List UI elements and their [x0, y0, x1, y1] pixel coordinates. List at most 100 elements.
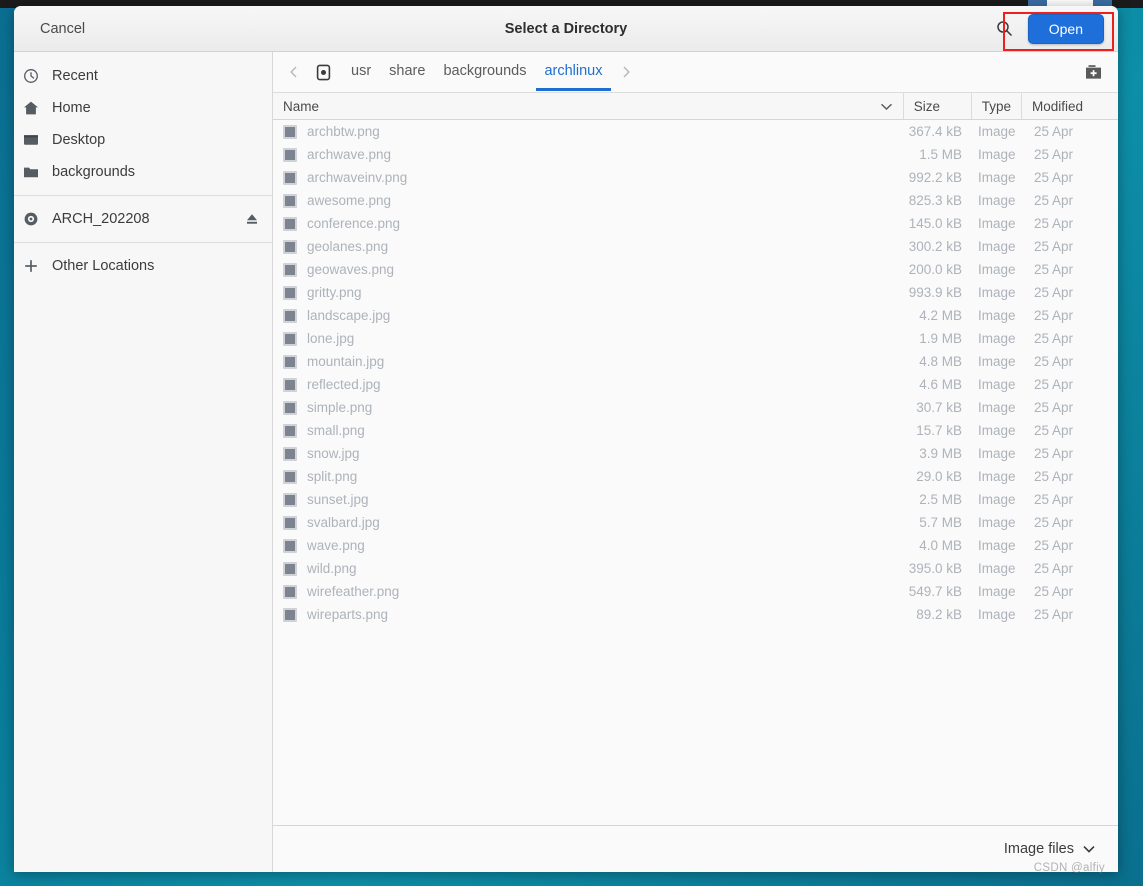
sidebar-item-arch-202208[interactable]: ARCH_202208 — [14, 203, 272, 235]
file-modified-cell: 25 Apr — [1034, 607, 1074, 622]
desktop-icon — [22, 131, 40, 149]
sidebar-item-recent[interactable]: Recent — [14, 60, 272, 92]
file-modified-cell: 25 Apr — [1034, 423, 1074, 438]
table-row[interactable]: conference.png 145.0 kB Image 25 Apr — [273, 212, 1118, 235]
places-sidebar: Recent Home Desktop backgrounds ARCH_202… — [14, 52, 273, 872]
table-row[interactable]: snow.jpg 3.9 MB Image 25 Apr — [273, 442, 1118, 465]
file-name-cell: svalbard.jpg — [273, 515, 904, 530]
file-modified-cell: 25 Apr — [1034, 239, 1074, 254]
file-size-cell: 549.7 kB — [908, 584, 962, 599]
file-name-cell: lone.jpg — [273, 331, 904, 346]
file-name-label: svalbard.jpg — [307, 515, 380, 530]
file-name-label: conference.png — [307, 216, 401, 231]
file-type-cell: Image — [978, 216, 1016, 231]
file-name-cell: gritty.png — [273, 285, 904, 300]
table-row[interactable]: small.png 15.7 kB Image 25 Apr — [273, 419, 1118, 442]
table-row[interactable]: archwave.png 1.5 MB Image 25 Apr — [273, 143, 1118, 166]
file-modified-cell: 25 Apr — [1034, 515, 1074, 530]
sidebar-item-label: Other Locations — [52, 258, 155, 274]
image-file-icon — [283, 469, 297, 484]
column-header-type[interactable]: Type — [972, 93, 1022, 119]
breadcrumb-item-usr[interactable]: usr — [343, 53, 379, 91]
table-row[interactable]: wirefeather.png 549.7 kB Image 25 Apr — [273, 580, 1118, 603]
table-row[interactable]: wild.png 395.0 kB Image 25 Apr — [273, 557, 1118, 580]
file-type-cell: Image — [978, 446, 1016, 461]
file-name-cell: snow.jpg — [273, 446, 904, 461]
file-list[interactable]: archbtw.png 367.4 kB Image 25 Apr archwave.p… — [273, 120, 1118, 826]
sidebar-item-backgrounds[interactable]: backgrounds — [14, 156, 272, 188]
table-row[interactable]: split.png 29.0 kB Image 25 Apr — [273, 465, 1118, 488]
eject-icon[interactable] — [244, 211, 260, 227]
file-modified-cell: 25 Apr — [1034, 262, 1074, 277]
table-row[interactable]: wireparts.png 89.2 kB Image 25 Apr — [273, 603, 1118, 626]
file-name-label: snow.jpg — [307, 446, 360, 461]
file-name-label: geowaves.png — [307, 262, 395, 277]
table-row[interactable]: geowaves.png 200.0 kB Image 25 Apr — [273, 258, 1118, 281]
chevron-right-icon[interactable] — [613, 57, 639, 87]
file-name-cell: wireparts.png — [273, 607, 904, 622]
file-size-cell: 4.6 MB — [919, 377, 962, 392]
file-name-cell: awesome.png — [273, 193, 904, 208]
table-row[interactable]: svalbard.jpg 5.7 MB Image 25 Apr — [273, 511, 1118, 534]
table-row[interactable]: sunset.jpg 2.5 MB Image 25 Apr — [273, 488, 1118, 511]
file-type-cell: Image — [978, 584, 1016, 599]
search-icon[interactable] — [992, 16, 1018, 42]
table-row[interactable]: archwaveinv.png 992.2 kB Image 25 Apr — [273, 166, 1118, 189]
breadcrumb-item-backgrounds[interactable]: backgrounds — [435, 53, 534, 91]
file-name-label: wave.png — [307, 538, 365, 553]
table-row[interactable]: geolanes.png 300.2 kB Image 25 Apr — [273, 235, 1118, 258]
table-row[interactable]: lone.jpg 1.9 MB Image 25 Apr — [273, 327, 1118, 350]
file-modified-cell: 25 Apr — [1034, 354, 1074, 369]
image-file-icon — [283, 239, 297, 254]
open-button[interactable]: Open — [1027, 13, 1104, 44]
file-size-cell: 4.0 MB — [919, 538, 962, 553]
file-list-header: Name Size Type Modified — [273, 92, 1118, 120]
file-modified-cell: 25 Apr — [1034, 377, 1074, 392]
file-filter-dropdown[interactable]: Image files — [1002, 837, 1098, 861]
image-file-icon — [283, 354, 297, 369]
dialog-headerbar: Cancel Select a Directory Open — [14, 6, 1118, 52]
column-header-modified[interactable]: Modified — [1022, 93, 1118, 119]
table-row[interactable]: simple.png 30.7 kB Image 25 Apr — [273, 396, 1118, 419]
file-modified-cell: 25 Apr — [1034, 400, 1074, 415]
table-row[interactable]: landscape.jpg 4.2 MB Image 25 Apr — [273, 304, 1118, 327]
file-type-cell: Image — [978, 423, 1016, 438]
file-modified-cell: 25 Apr — [1034, 561, 1074, 576]
breadcrumb-item-share[interactable]: share — [381, 53, 433, 91]
table-row[interactable]: awesome.png 825.3 kB Image 25 Apr — [273, 189, 1118, 212]
table-row[interactable]: archbtw.png 367.4 kB Image 25 Apr — [273, 120, 1118, 143]
file-name-label: split.png — [307, 469, 358, 484]
sidebar-item-label: backgrounds — [52, 164, 136, 180]
breadcrumb-item-archlinux[interactable]: archlinux — [536, 53, 611, 91]
file-name-cell: archbtw.png — [273, 124, 904, 139]
table-row[interactable]: mountain.jpg 4.8 MB Image 25 Apr — [273, 350, 1118, 373]
column-header-name[interactable]: Name — [273, 93, 904, 119]
chevron-left-icon[interactable] — [281, 57, 307, 87]
file-name-label: wireparts.png — [307, 607, 389, 622]
file-size-cell: 300.2 kB — [908, 239, 962, 254]
column-header-size[interactable]: Size — [904, 93, 972, 119]
image-file-icon — [283, 515, 297, 530]
clock-icon — [22, 67, 40, 85]
file-type-cell: Image — [978, 354, 1016, 369]
file-type-cell: Image — [978, 515, 1016, 530]
sidebar-item-home[interactable]: Home — [14, 92, 272, 124]
sidebar-item-other-locations[interactable]: Other Locations — [14, 250, 272, 282]
sidebar-item-label: Recent — [52, 68, 98, 84]
file-name-cell: split.png — [273, 469, 904, 484]
cancel-button[interactable]: Cancel — [34, 17, 91, 41]
file-modified-cell: 25 Apr — [1034, 446, 1074, 461]
file-name-cell: wave.png — [273, 538, 904, 553]
table-row[interactable]: wave.png 4.0 MB Image 25 Apr — [273, 534, 1118, 557]
new-folder-icon[interactable] — [1078, 57, 1108, 87]
file-type-cell: Image — [978, 170, 1016, 185]
file-size-cell: 15.7 kB — [916, 423, 962, 438]
image-file-icon — [283, 446, 297, 461]
table-row[interactable]: reflected.jpg 4.6 MB Image 25 Apr — [273, 373, 1118, 396]
image-file-icon — [283, 423, 297, 438]
table-row[interactable]: gritty.png 993.9 kB Image 25 Apr — [273, 281, 1118, 304]
file-name-label: small.png — [307, 423, 365, 438]
device-icon[interactable] — [309, 57, 337, 87]
sidebar-item-desktop[interactable]: Desktop — [14, 124, 272, 156]
file-name-cell: landscape.jpg — [273, 308, 904, 323]
